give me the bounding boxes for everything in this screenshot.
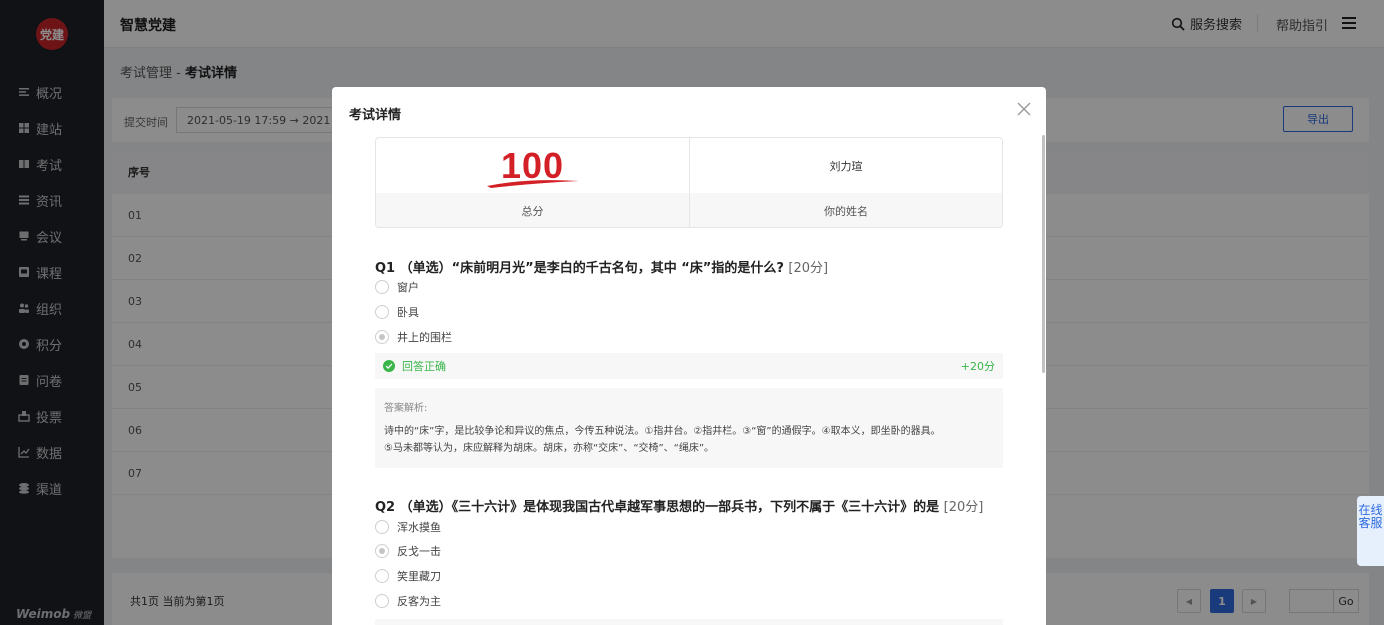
radio-button[interactable] xyxy=(375,520,389,534)
option-label: 卧具 xyxy=(397,306,419,319)
question-points: [20分] xyxy=(943,500,984,515)
score-gain: +20分 xyxy=(960,360,995,373)
radio-button[interactable] xyxy=(375,280,389,294)
radio-button[interactable] xyxy=(375,305,389,319)
option-item[interactable]: 反客为主 xyxy=(375,593,441,609)
radio-button[interactable] xyxy=(375,569,389,583)
exam-detail-modal: 考试详情 100 刘力瑄 总分 你的姓名 Q1 （单选）“床前明月光”是李白的千… xyxy=(332,87,1046,625)
option-item[interactable]: 窗户 xyxy=(375,279,419,295)
option-item[interactable]: 井上的围栏 xyxy=(375,329,452,345)
total-score-label: 总分 xyxy=(376,193,689,227)
online-service-button[interactable]: 在线客服 xyxy=(1357,496,1384,566)
option-label: 笑里藏刀 xyxy=(397,570,441,583)
option-item[interactable]: 笑里藏刀 xyxy=(375,568,441,584)
analysis-label: 答案解析: xyxy=(384,403,428,414)
option-label: 窗户 xyxy=(397,281,419,294)
option-label: 浑水摸鱼 xyxy=(397,521,441,534)
result-label: 回答正确 xyxy=(402,360,446,373)
radio-button[interactable] xyxy=(375,594,389,608)
radio-button-selected[interactable] xyxy=(375,544,389,558)
option-item[interactable]: 反戈一击 xyxy=(375,543,441,559)
analysis-text-line: 诗中的“床”字，是比较争论和异议的焦点，今传五种说法。①指井台。②指井栏。③“窗… xyxy=(384,426,941,437)
close-icon[interactable] xyxy=(1016,101,1032,117)
modal-scrollbar[interactable] xyxy=(1042,135,1045,373)
total-score: 100 xyxy=(376,138,689,193)
analysis-text-line: ⑤马未都等认为，床应解释为胡床。胡床，亦称“交床”、“交椅”、“绳床”。 xyxy=(384,443,715,454)
question-text: Q2 （单选）《三十六计》是体现我国古代卓越军事思想的一部兵书，下列不属于《三十… xyxy=(375,500,940,515)
check-circle-icon xyxy=(383,360,395,372)
result-bar: 回答正确 +20分 xyxy=(375,353,1003,379)
question-points: [20分] xyxy=(788,261,829,276)
option-label: 反客为主 xyxy=(397,595,441,608)
radio-button-selected[interactable] xyxy=(375,330,389,344)
score-underline-icon xyxy=(486,179,579,188)
score-value: 100 xyxy=(486,145,579,188)
student-name: 刘力瑄 xyxy=(689,138,1002,193)
option-label: 井上的围栏 xyxy=(397,331,452,344)
answer-analysis: 答案解析: 诗中的“床”字，是比较争论和异议的焦点，今传五种说法。①指井台。②指… xyxy=(375,388,1003,468)
question-title: Q1 （单选）“床前明月光”是李白的千古名句，其中 “床”指的是什么? [20分… xyxy=(375,257,828,276)
option-label: 反戈一击 xyxy=(397,545,441,558)
option-item[interactable]: 卧具 xyxy=(375,304,419,320)
name-label: 你的姓名 xyxy=(689,193,1002,227)
question-title: Q2 （单选）《三十六计》是体现我国古代卓越军事思想的一部兵书，下列不属于《三十… xyxy=(375,496,983,515)
question-text: Q1 （单选）“床前明月光”是李白的千古名句，其中 “床”指的是什么? xyxy=(375,261,784,276)
score-card: 100 刘力瑄 总分 你的姓名 xyxy=(375,137,1003,228)
option-item[interactable]: 浑水摸鱼 xyxy=(375,519,441,535)
result-bar xyxy=(375,619,1003,625)
modal-title: 考试详情 xyxy=(349,108,402,123)
